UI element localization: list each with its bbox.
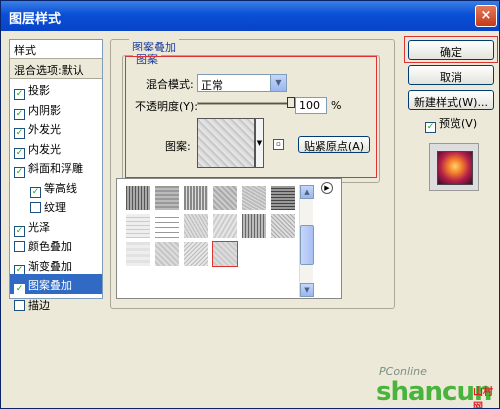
watermark-line3: 山村网 xyxy=(473,387,493,409)
pattern-cell[interactable] xyxy=(270,213,296,239)
pattern-cell[interactable] xyxy=(241,213,267,239)
layer-style-dialog: 图层样式 × 样式 混合选项:默认 ✓ 投影 ✓ 内阴影 ✓ 外发光 ✓ 内发光 ✓ 斜面和浮雕 ✓… xyxy=(0,0,500,409)
pattern-cell[interactable] xyxy=(154,241,180,267)
pattern-cell[interactable] xyxy=(270,185,296,211)
picker-menu-icon[interactable]: ▶ xyxy=(321,182,333,194)
scroll-down-icon[interactable]: ▼ xyxy=(300,283,314,297)
preview-label: 预览(V) xyxy=(439,117,478,130)
preview-thumbnail xyxy=(437,151,473,185)
opacity-slider[interactable] xyxy=(197,97,295,108)
new-preset-icon[interactable]: ▫ xyxy=(273,139,284,150)
style-item-label: 内发光 xyxy=(28,142,61,156)
opacity-label: 不透明度(Y): xyxy=(135,100,199,113)
opacity-slider-thumb[interactable] xyxy=(287,97,295,108)
style-item-label: 内阴影 xyxy=(28,103,61,117)
style-preview xyxy=(429,143,479,191)
pattern-cell[interactable] xyxy=(183,213,209,239)
style-item-label: 颜色叠加 xyxy=(28,240,72,253)
blend-mode-select[interactable]: 正常 ▼ xyxy=(197,74,287,92)
scroll-thumb[interactable] xyxy=(300,225,314,265)
pattern-swatch[interactable] xyxy=(197,118,255,168)
pattern-cell[interactable] xyxy=(212,213,238,239)
style-item[interactable]: 描边 xyxy=(10,294,102,314)
style-item[interactable]: ✓ 等高线 xyxy=(10,177,102,198)
pattern-label: 图案: xyxy=(165,140,191,153)
cancel-button[interactable]: 取消 xyxy=(408,65,494,85)
styles-list: 样式 混合选项:默认 ✓ 投影 ✓ 内阴影 ✓ 外发光 ✓ 内发光 ✓ 斜面和浮雕 ✓ 等高线纹理 ✓ 光… xyxy=(9,39,103,312)
styles-header[interactable]: 样式 xyxy=(10,40,102,59)
new-style-button[interactable]: 新建样式(W)... xyxy=(408,90,494,110)
style-item[interactable]: ✓ 内发光 xyxy=(10,138,102,159)
style-item[interactable]: 纹理 xyxy=(10,196,102,216)
blend-options-item[interactable]: 混合选项:默认 xyxy=(10,59,102,79)
style-item-label: 渐变叠加 xyxy=(28,259,72,273)
style-item[interactable]: ✓ 内阴影 xyxy=(10,99,102,120)
style-item[interactable]: ✓ 光泽 xyxy=(10,216,102,237)
style-checkbox[interactable] xyxy=(14,241,25,252)
snap-to-origin-button[interactable]: 贴紧原点(A) xyxy=(298,136,370,153)
pattern-grid xyxy=(125,185,299,297)
style-item-label: 纹理 xyxy=(44,201,66,214)
window-title: 图层样式 xyxy=(9,12,62,27)
title-bar[interactable]: 图层样式 × xyxy=(1,1,499,31)
scroll-up-icon[interactable]: ▲ xyxy=(300,185,314,199)
pattern-cell[interactable] xyxy=(183,241,209,267)
pattern-cell[interactable] xyxy=(125,213,151,239)
style-item-label: 图案叠加 xyxy=(28,279,72,292)
blend-mode-label: 混合模式: xyxy=(146,78,194,91)
style-item[interactable]: ✓ 外发光 xyxy=(10,118,102,139)
style-item-label: 描边 xyxy=(28,298,50,312)
style-checkbox[interactable] xyxy=(30,202,41,213)
style-item[interactable]: ✓ 渐变叠加 xyxy=(10,255,102,276)
pattern-cell[interactable] xyxy=(125,185,151,211)
preview-check[interactable]: ✓ xyxy=(425,122,436,133)
pattern-cell[interactable] xyxy=(154,213,180,239)
style-item-label: 光泽 xyxy=(28,220,50,234)
style-checkbox[interactable] xyxy=(14,299,25,311)
pattern-cell[interactable] xyxy=(183,185,209,211)
pattern-cell[interactable] xyxy=(125,241,151,267)
pattern-cell[interactable] xyxy=(241,185,267,211)
subgroup-title: 图案 xyxy=(133,51,161,67)
pattern-cell[interactable] xyxy=(212,241,238,267)
pattern-scrollbar[interactable]: ▲ ▼ xyxy=(299,185,314,297)
style-item-label: 投影 xyxy=(28,84,50,97)
ok-button[interactable]: 确定 xyxy=(408,40,494,60)
style-item[interactable]: ✓ 斜面和浮雕 xyxy=(10,157,102,178)
close-button[interactable]: × xyxy=(475,5,497,27)
style-item[interactable]: ✓ 投影 xyxy=(10,79,102,100)
pattern-cell[interactable] xyxy=(154,185,180,211)
opacity-fill xyxy=(198,103,291,104)
close-icon: × xyxy=(480,8,492,23)
opacity-unit: % xyxy=(331,99,342,112)
pattern-cell[interactable] xyxy=(212,185,238,211)
style-item-label: 斜面和浮雕 xyxy=(28,162,83,175)
blend-mode-value: 正常 xyxy=(201,79,223,92)
style-item-label: 等高线 xyxy=(44,181,77,195)
style-item[interactable]: ✓ 图案叠加 xyxy=(10,274,102,295)
style-item-label: 外发光 xyxy=(28,123,61,136)
preview-checkbox[interactable]: ✓ 预览(V) xyxy=(425,115,477,133)
chevron-down-icon[interactable]: ▼ xyxy=(270,75,286,91)
style-item[interactable]: 颜色叠加 xyxy=(10,235,102,255)
opacity-input[interactable]: 100 xyxy=(295,97,327,114)
pattern-dropdown-arrow-icon[interactable]: ▼ xyxy=(255,118,264,168)
